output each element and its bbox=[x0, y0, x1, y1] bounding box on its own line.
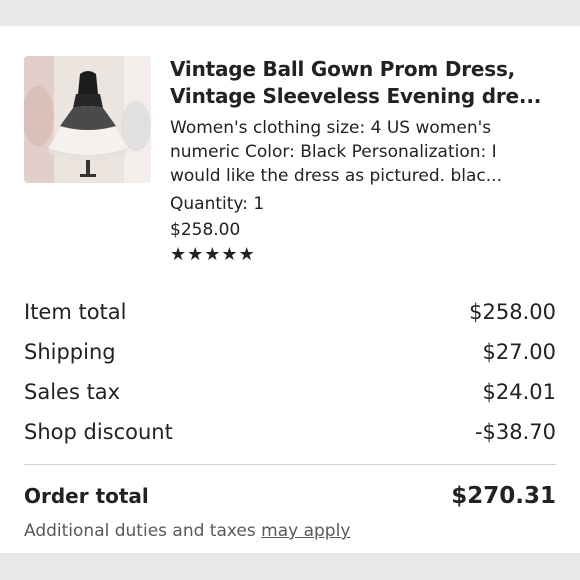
star-icon: ★ bbox=[238, 244, 256, 265]
duties-note-text: Additional duties and taxes bbox=[24, 521, 262, 541]
summary-row-sales-tax: Sales tax $24.01 bbox=[24, 372, 556, 412]
dress-photo-icon bbox=[24, 56, 151, 183]
product-item: Vintage Ball Gown Prom Dress, Vintage Sl… bbox=[24, 56, 564, 276]
cost-summary: Item total $258.00 Shipping $27.00 Sales… bbox=[24, 292, 556, 541]
star-icon: ★ bbox=[204, 244, 222, 265]
star-icon: ★ bbox=[221, 244, 239, 265]
star-rating: ★★★★★ bbox=[170, 245, 562, 265]
summary-row-item-total: Item total $258.00 bbox=[24, 292, 556, 332]
summary-label: Sales tax bbox=[24, 380, 121, 404]
summary-value: -$38.70 bbox=[474, 420, 556, 444]
summary-value: $24.01 bbox=[482, 380, 556, 404]
product-info: Vintage Ball Gown Prom Dress, Vintage Sl… bbox=[170, 56, 562, 265]
variation-line-3: would like the dress as pictured. blac..… bbox=[170, 166, 502, 186]
star-icon: ★ bbox=[187, 244, 205, 265]
summary-label: Shipping bbox=[24, 340, 116, 364]
product-title-line-2[interactable]: Vintage Sleeveless Evening dre... bbox=[170, 83, 562, 110]
summary-label: Shop discount bbox=[24, 420, 173, 444]
variation-line-1: Women's clothing size: 4 US women's bbox=[170, 118, 492, 138]
summary-row-shop-discount: Shop discount -$38.70 bbox=[24, 412, 556, 452]
variation-line-2: numeric Color: Black Personalization: I bbox=[170, 142, 497, 162]
summary-value: $27.00 bbox=[482, 340, 556, 364]
summary-label: Item total bbox=[24, 300, 127, 324]
product-title-line-1[interactable]: Vintage Ball Gown Prom Dress, bbox=[170, 56, 562, 83]
product-thumbnail[interactable] bbox=[24, 56, 151, 183]
summary-row-shipping: Shipping $27.00 bbox=[24, 332, 556, 372]
product-price: $258.00 bbox=[170, 220, 241, 240]
product-title[interactable]: Vintage Ball Gown Prom Dress, Vintage Sl… bbox=[170, 56, 562, 110]
duties-note: Additional duties and taxes may apply bbox=[24, 521, 556, 541]
star-icon: ★ bbox=[170, 244, 188, 265]
product-quantity: Quantity: 1 bbox=[170, 194, 265, 214]
product-variations: Women's clothing size: 4 US women's nume… bbox=[170, 116, 562, 188]
may-apply-link[interactable]: may apply bbox=[261, 521, 350, 541]
order-total-value: $270.31 bbox=[451, 483, 556, 509]
order-total-label: Order total bbox=[24, 484, 149, 508]
summary-divider bbox=[24, 464, 556, 465]
order-total-row: Order total $270.31 bbox=[24, 483, 556, 509]
summary-value: $258.00 bbox=[469, 300, 556, 324]
order-summary-card: Vintage Ball Gown Prom Dress, Vintage Sl… bbox=[0, 26, 580, 553]
